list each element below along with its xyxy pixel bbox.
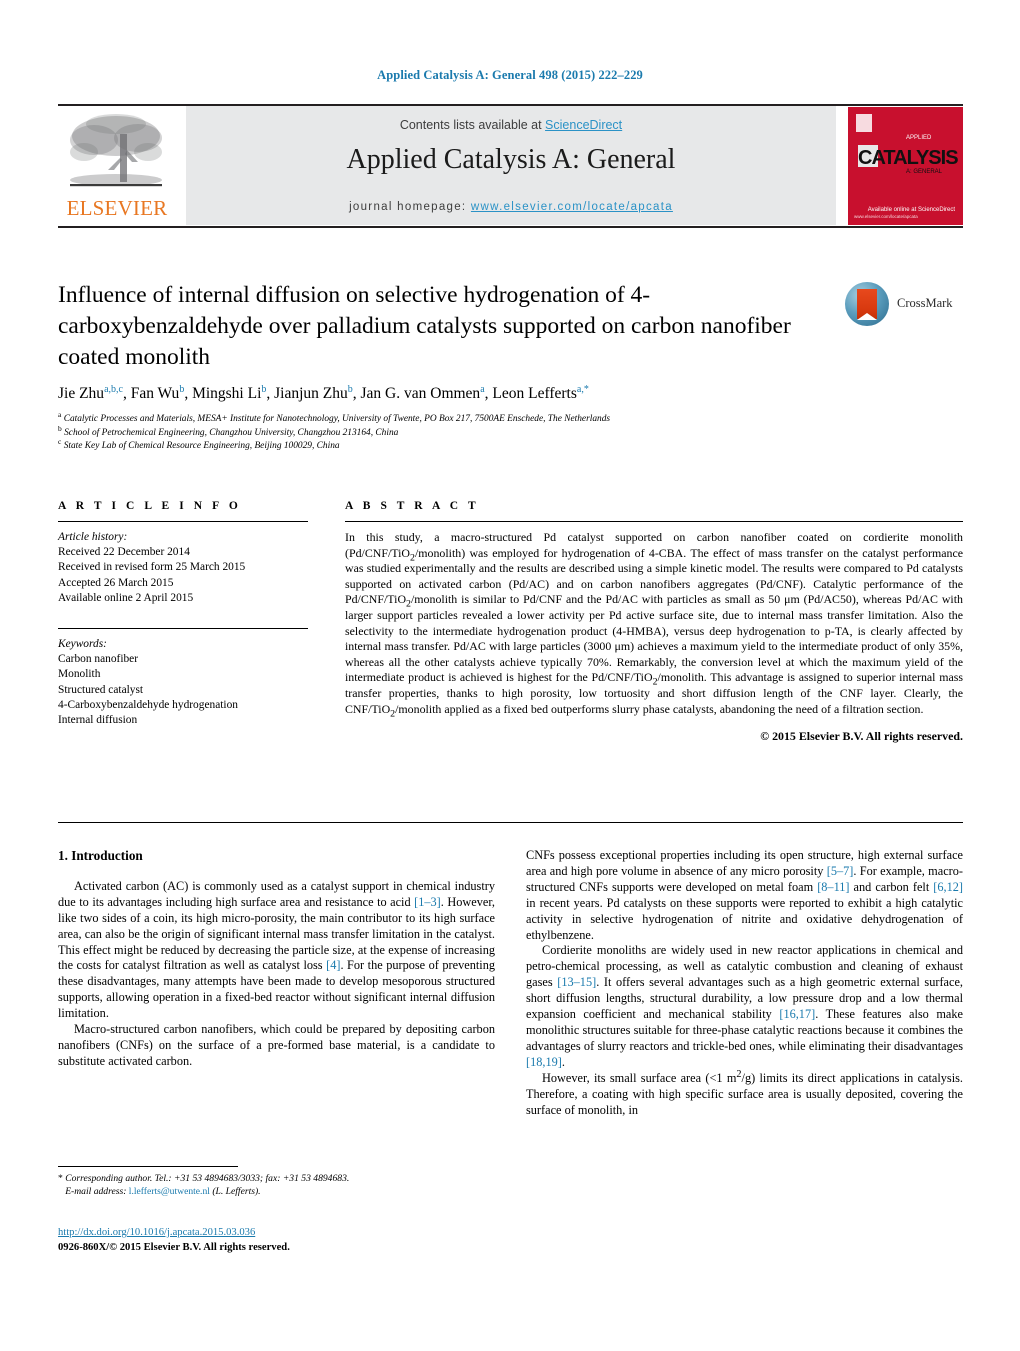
history-item: Received in revised form 25 March 2015 bbox=[58, 561, 246, 574]
page-title: Influence of internal diffusion on selec… bbox=[58, 282, 791, 370]
article-history-label: Article history: bbox=[58, 531, 128, 543]
author-list: Jie Zhua,b,c, Fan Wub, Mingshi Lib, Jian… bbox=[58, 383, 589, 402]
affiliation-mark: a bbox=[58, 409, 62, 419]
journal-masthead: ELSEVIER Contents lists available at Sci… bbox=[58, 104, 963, 226]
keyword-item: Internal diffusion bbox=[58, 714, 138, 727]
title-block: Influence of internal diffusion on selec… bbox=[58, 280, 838, 373]
affiliation-text: Catalytic Processes and Materials, MESA+… bbox=[63, 414, 611, 424]
elsevier-wordmark: ELSEVIER bbox=[66, 196, 168, 220]
crossmark-label: CrossMark bbox=[897, 296, 953, 310]
article-page: Applied Catalysis A: General 498 (2015) … bbox=[0, 0, 1020, 1351]
body-column-right: CNFs possess exceptional properties incl… bbox=[526, 848, 963, 1118]
affiliation-text: State Key Lab of Chemical Resource Engin… bbox=[63, 441, 340, 452]
cover-brand-label: CATALYSIS bbox=[858, 147, 959, 169]
abstract-rule bbox=[345, 521, 963, 522]
journal-title: Applied Catalysis A: General bbox=[346, 144, 676, 175]
page-footer: http://dx.doi.org/10.1016/j.apcata.2015.… bbox=[58, 1226, 558, 1255]
homepage-prefix: journal homepage: bbox=[349, 201, 471, 213]
affiliation-mark: c bbox=[58, 437, 62, 447]
issn-copyright-line: 0926-860X/© 2015 Elsevier B.V. All right… bbox=[58, 1241, 290, 1253]
journal-homepage-link[interactable]: www.elsevier.com/locate/apcata bbox=[471, 201, 673, 213]
doi-link[interactable]: http://dx.doi.org/10.1016/j.apcata.2015.… bbox=[58, 1227, 255, 1238]
keywords-label: Keywords: bbox=[58, 638, 107, 651]
history-item: Accepted 26 March 2015 bbox=[58, 576, 174, 589]
affiliation-item: a Catalytic Processes and Materials, MES… bbox=[58, 409, 938, 427]
keyword-item: 4-Carboxybenzaldehyde hydrogenation bbox=[58, 698, 238, 711]
contents-available-line: Contents lists available at ScienceDirec… bbox=[186, 118, 836, 132]
elsevier-tree-icon bbox=[70, 114, 162, 187]
affiliation-mark: b bbox=[58, 423, 62, 433]
journal-cover-thumbnail: APPLIED CATALYSIS A: GENERAL Available o… bbox=[848, 107, 963, 225]
crossmark-icon bbox=[845, 282, 889, 326]
keyword-item: Monolith bbox=[58, 668, 101, 681]
article-info-section: A R T I C L E I N F O Article history: R… bbox=[58, 500, 308, 728]
paragraph: CNFs possess exceptional properties incl… bbox=[526, 848, 963, 942]
cover-sciencedirect-label: Available online at ScienceDirect bbox=[867, 207, 955, 213]
cover-footer-url: www.elsevier.com/locate/apcata bbox=[854, 214, 918, 219]
affiliation-item: c State Key Lab of Chemical Resource Eng… bbox=[58, 437, 938, 454]
section-heading-introduction: 1. Introduction bbox=[58, 848, 143, 863]
sciencedirect-link[interactable]: ScienceDirect bbox=[545, 118, 622, 132]
keywords-block: Keywords: Carbon nanofiber Monolith Stru… bbox=[58, 637, 308, 728]
journal-banner: Contents lists available at ScienceDirec… bbox=[186, 106, 836, 225]
paragraph: Macro-structured carbon nanofibers, whic… bbox=[58, 1022, 495, 1068]
affiliation-text: School of Petrochemical Engineering, Cha… bbox=[64, 427, 399, 438]
corresponding-author-note: * Corresponding author. Tel.: +31 53 489… bbox=[58, 1173, 350, 1198]
cover-applied-label: APPLIED bbox=[906, 135, 932, 141]
journal-homepage-line: journal homepage: www.elsevier.com/locat… bbox=[186, 201, 836, 213]
crossmark-badge[interactable]: CrossMark bbox=[845, 282, 963, 328]
history-item: Received 22 December 2014 bbox=[58, 546, 190, 559]
masthead-bottom-rule bbox=[58, 226, 963, 228]
abstract-section: A B S T R A C T In this study, a macro-s… bbox=[345, 500, 963, 744]
abstract-text: In this study, a macro-structured Pd cat… bbox=[345, 530, 963, 719]
abstract-copyright: © 2015 Elsevier B.V. All rights reserved… bbox=[760, 729, 963, 744]
history-item: Available online 2 April 2015 bbox=[58, 591, 194, 604]
keyword-item: Structured catalyst bbox=[58, 683, 144, 696]
keywords-rule bbox=[58, 628, 308, 630]
running-head: Applied Catalysis A: General 498 (2015) … bbox=[377, 68, 643, 82]
body-column-left: 1. Introduction Activated carbon (AC) is… bbox=[58, 848, 495, 1070]
abstract-bottom-rule bbox=[58, 822, 963, 823]
affiliation-list: a Catalytic Processes and Materials, MES… bbox=[58, 409, 938, 454]
article-info-rule bbox=[58, 521, 308, 522]
affiliation-item: b School of Petrochemical Engineering, C… bbox=[58, 424, 938, 441]
paragraph: Activated carbon (AC) is commonly used a… bbox=[58, 878, 495, 1021]
elsevier-logo: ELSEVIER bbox=[58, 110, 176, 222]
cover-elsevier-mark bbox=[856, 114, 872, 132]
cover-subtitle-label: A: GENERAL bbox=[906, 169, 943, 175]
paragraph: Cordierite monoliths are widely used in … bbox=[526, 943, 963, 1069]
footnote-rule bbox=[58, 1166, 238, 1167]
article-info-heading: A R T I C L E I N F O bbox=[58, 500, 242, 512]
article-history-block: Article history: Received 22 December 20… bbox=[58, 530, 308, 606]
contents-prefix: Contents lists available at bbox=[399, 118, 546, 132]
abstract-heading: A B S T R A C T bbox=[345, 500, 480, 512]
paragraph: However, its small surface area (<1 m2/g… bbox=[526, 1068, 963, 1117]
keyword-item: Carbon nanofiber bbox=[58, 653, 139, 666]
